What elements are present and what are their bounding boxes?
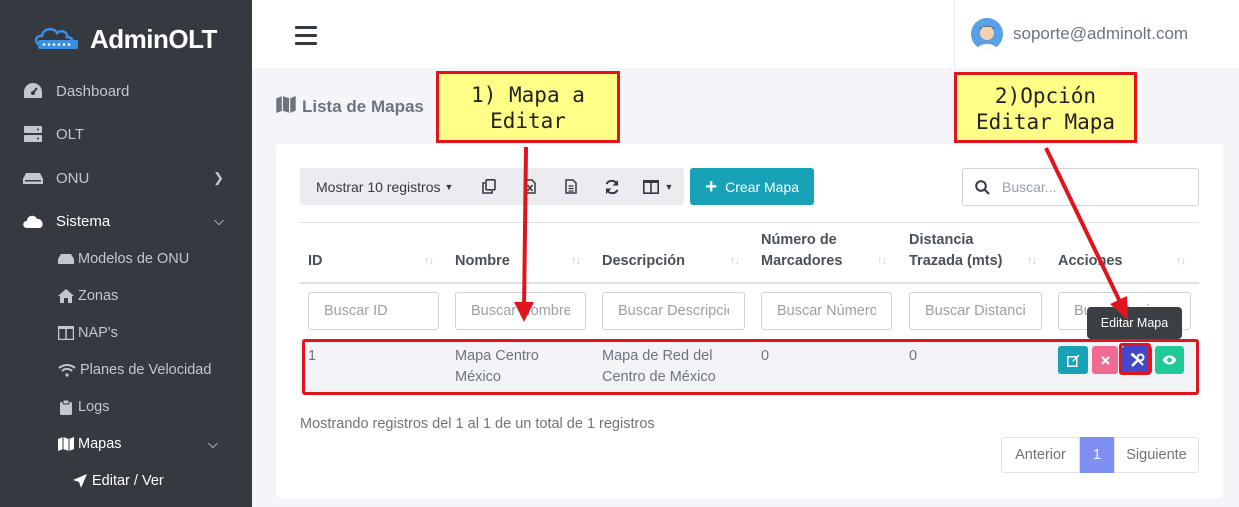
- annotation-arrows: [514, 146, 1128, 322]
- arrow-1-head: [514, 302, 534, 322]
- arrow-2-line: [1044, 147, 1124, 307]
- arrow-1-line: [522, 146, 528, 311]
